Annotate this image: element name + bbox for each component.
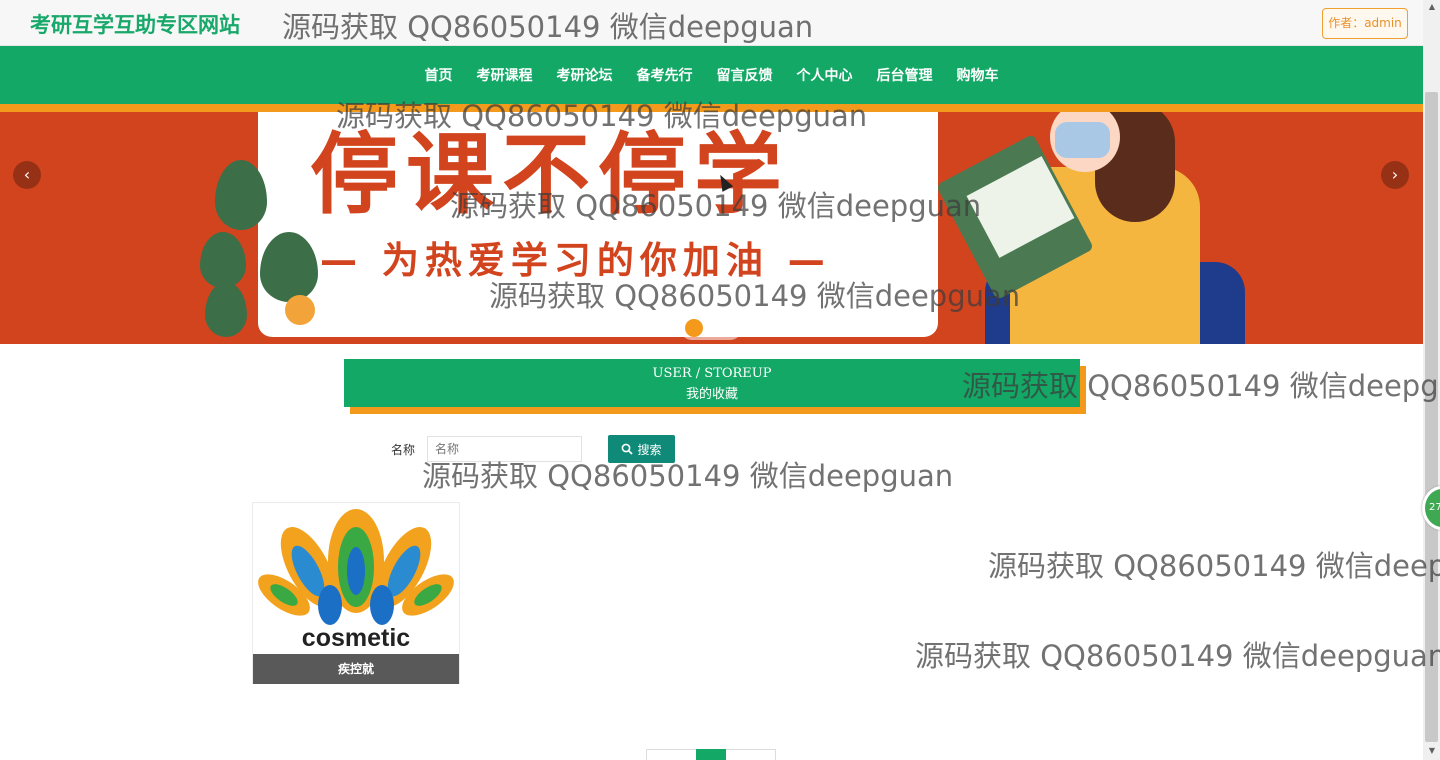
- watermark-text: 源码获取 QQ86050149 微信deepguan: [489, 279, 1021, 313]
- carousel-dot-active[interactable]: [685, 319, 703, 337]
- nav-item-forum[interactable]: 考研论坛: [545, 65, 625, 85]
- site-title[interactable]: 考研互学互助专区网站: [30, 9, 240, 39]
- nav-item-courses[interactable]: 考研课程: [465, 65, 545, 85]
- nav-item-feedback[interactable]: 留言反馈: [705, 65, 785, 85]
- plant-leaf-icon: [200, 232, 246, 288]
- carousel-dot[interactable]: [709, 323, 721, 333]
- watermark-text: 源码获取 QQ86050149 微信deepguan: [422, 459, 954, 493]
- nav-item-cart[interactable]: 购物车: [945, 65, 1011, 85]
- nav-item-profile[interactable]: 个人中心: [785, 65, 865, 85]
- search-label: 名称: [391, 443, 416, 457]
- page-root: 考研互学互助专区网站 作者：admin 首页 考研课程 考研论坛 备考先行 留言…: [0, 0, 1440, 760]
- watermark-text: 源码获取 QQ86050149 微信deepguan: [336, 99, 868, 133]
- nav-item-home[interactable]: 首页: [413, 65, 465, 85]
- watermark-text: 源码获取 QQ86050149 微信deepguan: [282, 10, 814, 44]
- plant-leaf-icon: [205, 282, 247, 337]
- watermark-text: 源码获取 QQ86050149 微信deepguan: [962, 369, 1440, 403]
- carousel-indicators: [680, 316, 742, 340]
- watermark-text: 源码获取 QQ86050149 微信deepguan: [988, 549, 1440, 583]
- favorite-name[interactable]: 疾控就: [253, 654, 459, 684]
- watermark-text: 源码获取 QQ86050149 微信deepguan: [915, 639, 1440, 673]
- carousel-dot[interactable]: [725, 323, 737, 333]
- face-mask: [1055, 122, 1110, 158]
- author-button[interactable]: 作者：admin: [1322, 8, 1408, 39]
- scroll-up-icon[interactable]: ▲: [1427, 2, 1437, 11]
- nav-item-admin[interactable]: 后台管理: [865, 65, 945, 85]
- scroll-down-icon[interactable]: ▼: [1427, 746, 1437, 755]
- favorite-card[interactable]: cosmetic 疾控就: [252, 502, 460, 684]
- orange-ball-decoration: [285, 295, 315, 325]
- product-image: cosmetic: [253, 503, 459, 653]
- pagination-active-page[interactable]: [696, 749, 726, 760]
- chevron-left-icon[interactable]: ‹: [13, 161, 41, 189]
- nav-item-prep[interactable]: 备考先行: [625, 65, 705, 85]
- watermark-text: 源码获取 QQ86050149 微信deepguan: [450, 189, 982, 223]
- chevron-right-icon[interactable]: ›: [1381, 161, 1409, 189]
- product-logo-text: cosmetic: [302, 624, 410, 652]
